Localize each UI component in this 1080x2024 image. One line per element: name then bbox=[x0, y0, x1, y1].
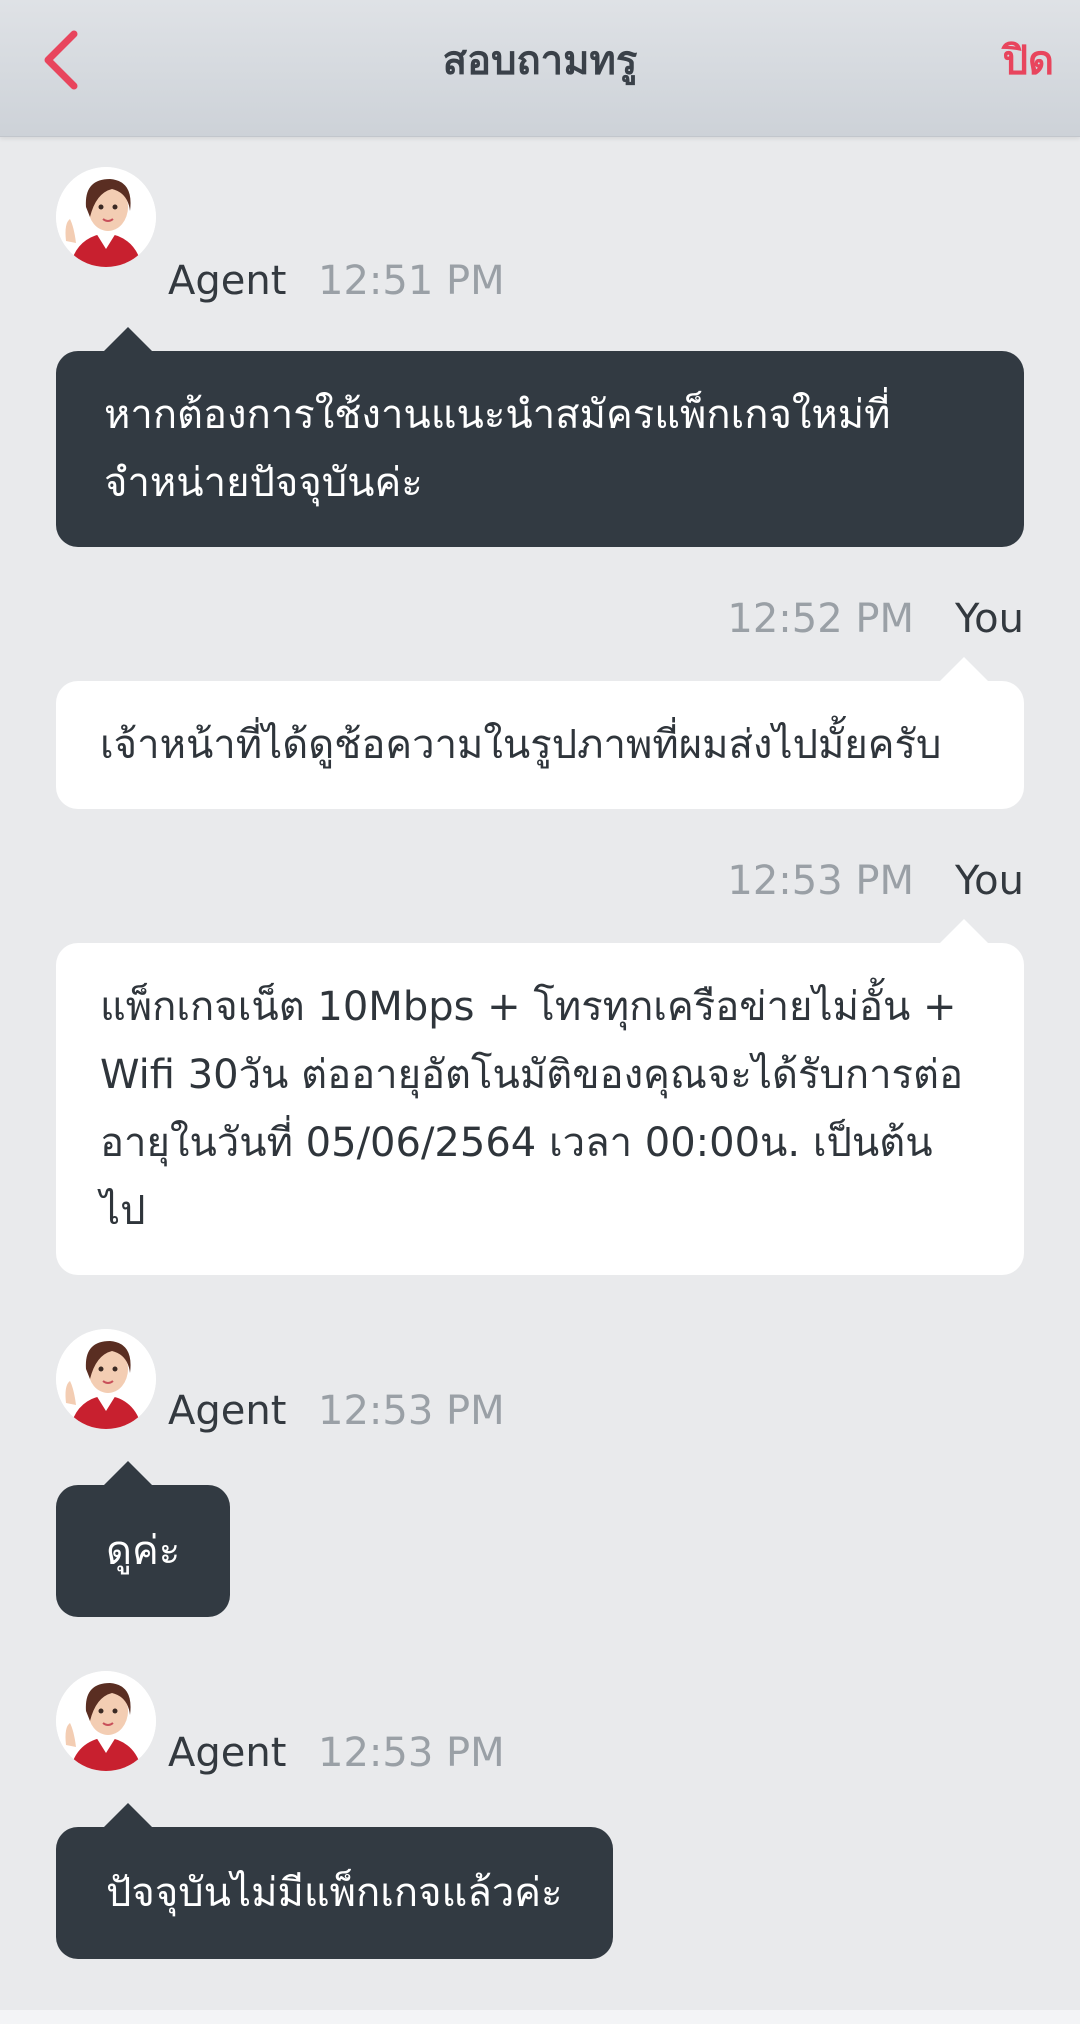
sender-name: Agent bbox=[168, 1730, 287, 1776]
agent-avatar bbox=[56, 1329, 156, 1429]
message-time: 12:53 PM bbox=[727, 858, 914, 904]
message-time: 12:53 PM bbox=[318, 1730, 505, 1776]
close-button[interactable]: ปิด bbox=[1003, 28, 1054, 92]
message-text: ปัจจุบันไม่มีแพ็กเกจแล้วค่ะ bbox=[106, 1870, 563, 1916]
user-message: 12:52 PM You เจ้าหน้าที่ได้ดูช้อความในรู… bbox=[56, 583, 1024, 809]
message-time: 12:52 PM bbox=[727, 596, 914, 642]
message-bubble[interactable]: แพ็กเกจเน็ต 10Mbps + โทรทุกเครือข่ายไม่อ… bbox=[56, 919, 1024, 1275]
message-bubble[interactable]: ปัจจุบันไม่มีแพ็กเกจแล้วค่ะ bbox=[56, 1803, 613, 1959]
message-text: หากต้องการใช้งานแนะนำสมัครแพ็กเกจใหม่ที่… bbox=[104, 392, 891, 506]
chat-thread[interactable]: Agent 12:51 PM หากต้องการใช้งานแนะนำสมัค… bbox=[0, 137, 1080, 2010]
message-bubble[interactable]: เจ้าหน้าที่ได้ดูช้อความในรูปภาพที่ผมส่งไ… bbox=[56, 657, 1024, 809]
sender-name: Agent bbox=[168, 1388, 287, 1434]
agent-avatar bbox=[56, 1671, 156, 1771]
message-text: เจ้าหน้าที่ได้ดูช้อความในรูปภาพที่ผมส่งไ… bbox=[100, 722, 942, 768]
message-time: 12:53 PM bbox=[318, 1388, 505, 1434]
sender-name: Agent bbox=[168, 258, 287, 304]
agent-message: Agent 12:53 PM ปัจจุบันไม่มีแพ็กเกจแล้วค… bbox=[56, 1671, 1024, 1959]
agent-message: Agent 12:51 PM หากต้องการใช้งานแนะนำสมัค… bbox=[56, 167, 1024, 547]
sender-name: You bbox=[955, 858, 1024, 904]
message-bubble[interactable]: ดูค่ะ bbox=[56, 1461, 231, 1617]
user-message: 12:53 PM You แพ็กเกจเน็ต 10Mbps + โทรทุก… bbox=[56, 845, 1024, 1275]
message-text: ดูค่ะ bbox=[106, 1528, 181, 1574]
message-time: 12:51 PM bbox=[318, 258, 505, 304]
sender-name: You bbox=[955, 596, 1024, 642]
message-bubble[interactable]: หากต้องการใช้งานแนะนำสมัครแพ็กเกจใหม่ที่… bbox=[56, 327, 1024, 547]
agent-avatar bbox=[56, 167, 156, 267]
agent-message: Agent 12:53 PM ดูค่ะ bbox=[56, 1329, 1024, 1617]
chat-header: สอบถามทรู ปิด bbox=[0, 0, 1080, 137]
message-text: แพ็กเกจเน็ต 10Mbps + โทรทุกเครือข่ายไม่อ… bbox=[100, 984, 964, 1234]
bottom-edge bbox=[0, 2010, 1080, 2024]
page-title: สอบถามทรู bbox=[442, 38, 638, 84]
